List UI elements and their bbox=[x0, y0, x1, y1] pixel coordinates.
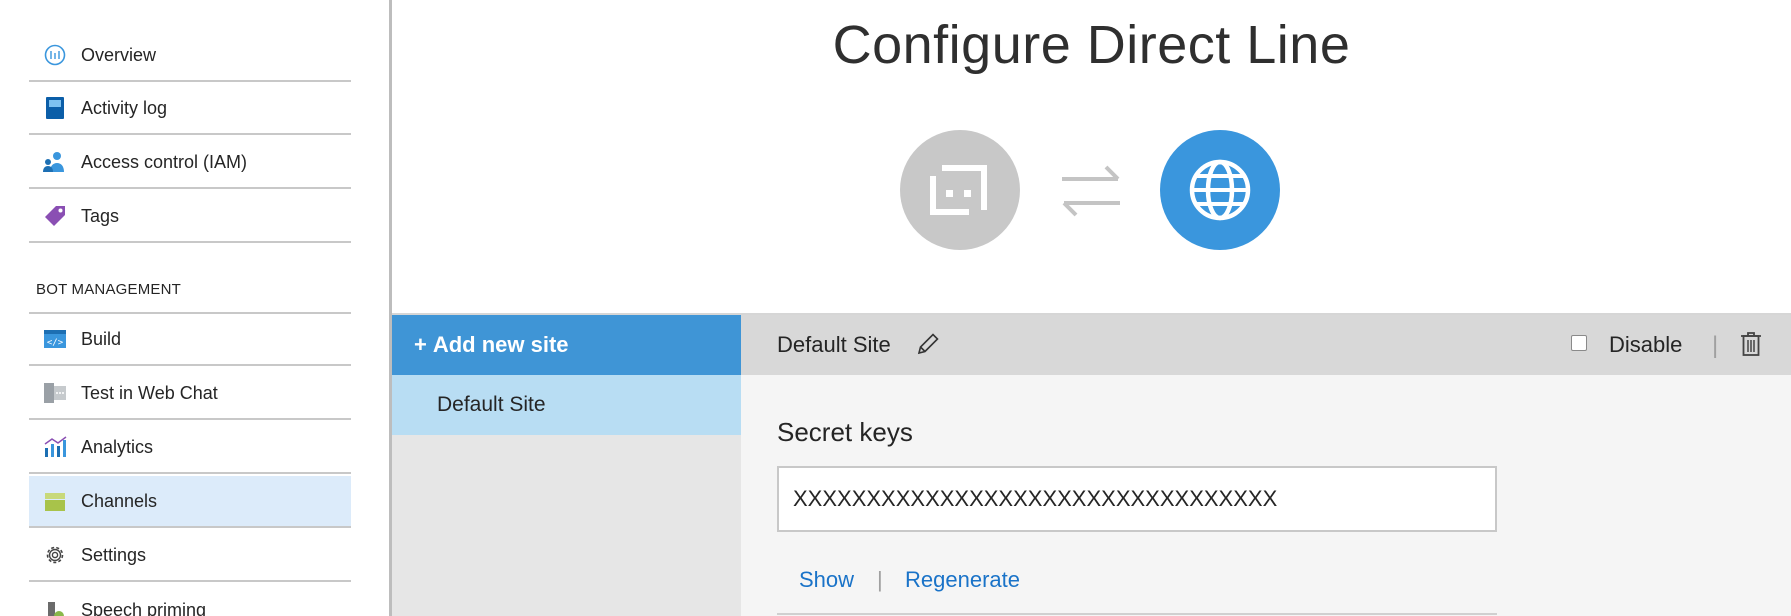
sidebar-item-access-control[interactable]: Access control (IAM) bbox=[29, 137, 351, 189]
disable-checkbox[interactable] bbox=[1571, 335, 1587, 351]
show-key-link[interactable]: Show bbox=[799, 567, 854, 593]
trash-icon[interactable] bbox=[1738, 330, 1764, 358]
disable-label: Disable bbox=[1609, 332, 1683, 357]
regenerate-key-link[interactable]: Regenerate bbox=[905, 567, 1020, 593]
sidebar-item-speech-priming[interactable]: Speech priming bbox=[29, 584, 351, 616]
sidebar-item-label: Access control (IAM) bbox=[81, 151, 248, 172]
swap-arrows-icon bbox=[1058, 163, 1124, 219]
site-name: Default Site bbox=[777, 332, 891, 357]
pencil-icon[interactable] bbox=[914, 330, 942, 358]
sidebar-item-test-in-web-chat[interactable]: Test in Web Chat bbox=[29, 368, 351, 420]
sidebar-item-label: Overview bbox=[81, 44, 157, 65]
secret-keys-title: Secret keys bbox=[777, 417, 913, 447]
site-detail-header: Default Site Disable | bbox=[741, 315, 1791, 375]
analytics-icon bbox=[43, 435, 67, 459]
sidebar-item-label: Activity log bbox=[81, 97, 168, 118]
header-separator: | bbox=[1712, 332, 1719, 359]
speech-priming-icon bbox=[43, 598, 67, 616]
channels-icon bbox=[43, 489, 67, 513]
site-detail-panel: Default Site Disable | Secret keys Show … bbox=[741, 315, 1791, 616]
add-new-site-label: Add new site bbox=[432, 332, 569, 357]
sidebar-item-tags[interactable]: Tags bbox=[29, 191, 351, 243]
sidebar-item-channels[interactable]: Channels bbox=[29, 476, 351, 528]
sidebar-item-overview[interactable]: Overview bbox=[29, 30, 351, 82]
sidebar-item-analytics[interactable]: Analytics bbox=[29, 422, 351, 474]
section-divider bbox=[777, 613, 1497, 615]
sidebar-item-label: Speech priming bbox=[81, 599, 207, 616]
sidebar-item-label: Settings bbox=[81, 544, 147, 565]
sidebar-item-label: Channels bbox=[81, 490, 158, 511]
web-chat-icon bbox=[43, 381, 67, 405]
sidebar-item-build[interactable]: </> Build bbox=[29, 314, 351, 366]
bot-icon bbox=[900, 130, 1020, 250]
code-icon: </> bbox=[43, 327, 67, 351]
secret-key-field[interactable] bbox=[777, 466, 1497, 532]
site-list-item[interactable]: Default Site bbox=[392, 375, 741, 435]
globe-icon bbox=[1160, 130, 1280, 250]
section-header-bot-management: BOT MANAGEMENT bbox=[36, 281, 182, 298]
sidebar-item-label: Build bbox=[81, 328, 122, 349]
activity-log-icon bbox=[43, 96, 67, 120]
link-separator: | bbox=[877, 567, 883, 592]
add-new-site-button[interactable]: + Add new site bbox=[392, 315, 741, 375]
page-title: Configure Direct Line bbox=[832, 15, 1351, 75]
access-control-icon bbox=[43, 150, 67, 174]
gear-icon bbox=[43, 543, 67, 567]
sidebar-item-label: Tags bbox=[81, 205, 120, 226]
plus-icon: + bbox=[414, 332, 427, 357]
site-list: + Add new site Default Site bbox=[392, 315, 741, 616]
sidebar-item-label: Analytics bbox=[81, 436, 154, 457]
overview-icon bbox=[43, 43, 67, 67]
sidebar-item-settings[interactable]: Settings bbox=[29, 530, 351, 582]
sidebar: Overview Activity log Access control (IA… bbox=[0, 0, 390, 616]
sidebar-item-activity-log[interactable]: Activity log bbox=[29, 83, 351, 135]
sidebar-item-label: Test in Web Chat bbox=[81, 382, 218, 403]
tag-icon bbox=[43, 204, 67, 228]
svg-text:</>: </> bbox=[47, 338, 64, 348]
